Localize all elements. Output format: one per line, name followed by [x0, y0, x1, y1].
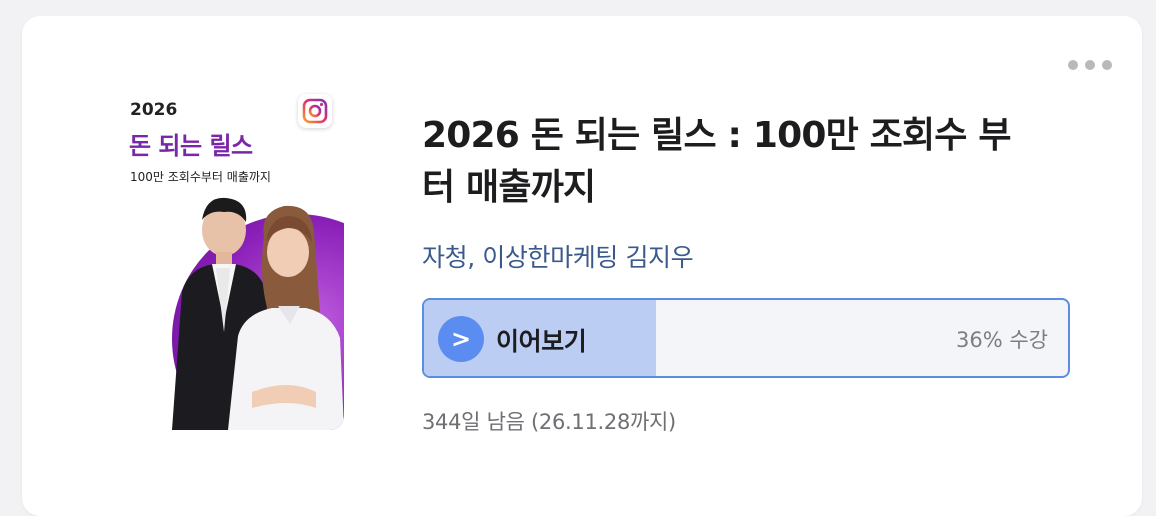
play-arrow-icon[interactable]: > [438, 316, 484, 362]
course-title[interactable]: 2026 돈 되는 릴스 : 100만 조회수 부터 매출까지 [422, 110, 1022, 214]
resume-progress-button[interactable]: > 이어보기 36% 수강 [422, 298, 1070, 378]
instagram-icon [298, 94, 332, 128]
resume-label: 이어보기 [496, 327, 587, 356]
more-dots-icon[interactable] [1068, 58, 1112, 72]
thumbnail-subtitle: 100만 조회수부터 매출까지 [130, 170, 271, 184]
course-thumbnail[interactable]: 2026 돈 되는 릴스 100만 조회수부터 매출까지 [102, 92, 344, 430]
access-remaining: 344일 남음 (26.11.28까지) [422, 410, 676, 434]
course-author: 자청, 이상한마케팅 김지우 [422, 243, 694, 272]
course-card: 2026 돈 되는 릴스 100만 조회수부터 매출까지 2026 돈 되는 릴… [22, 16, 1142, 516]
thumbnail-title: 돈 되는 릴스 [129, 132, 253, 160]
thumbnail-year: 2026 [130, 100, 178, 120]
progress-percent: 36% 수강 [956, 328, 1048, 352]
